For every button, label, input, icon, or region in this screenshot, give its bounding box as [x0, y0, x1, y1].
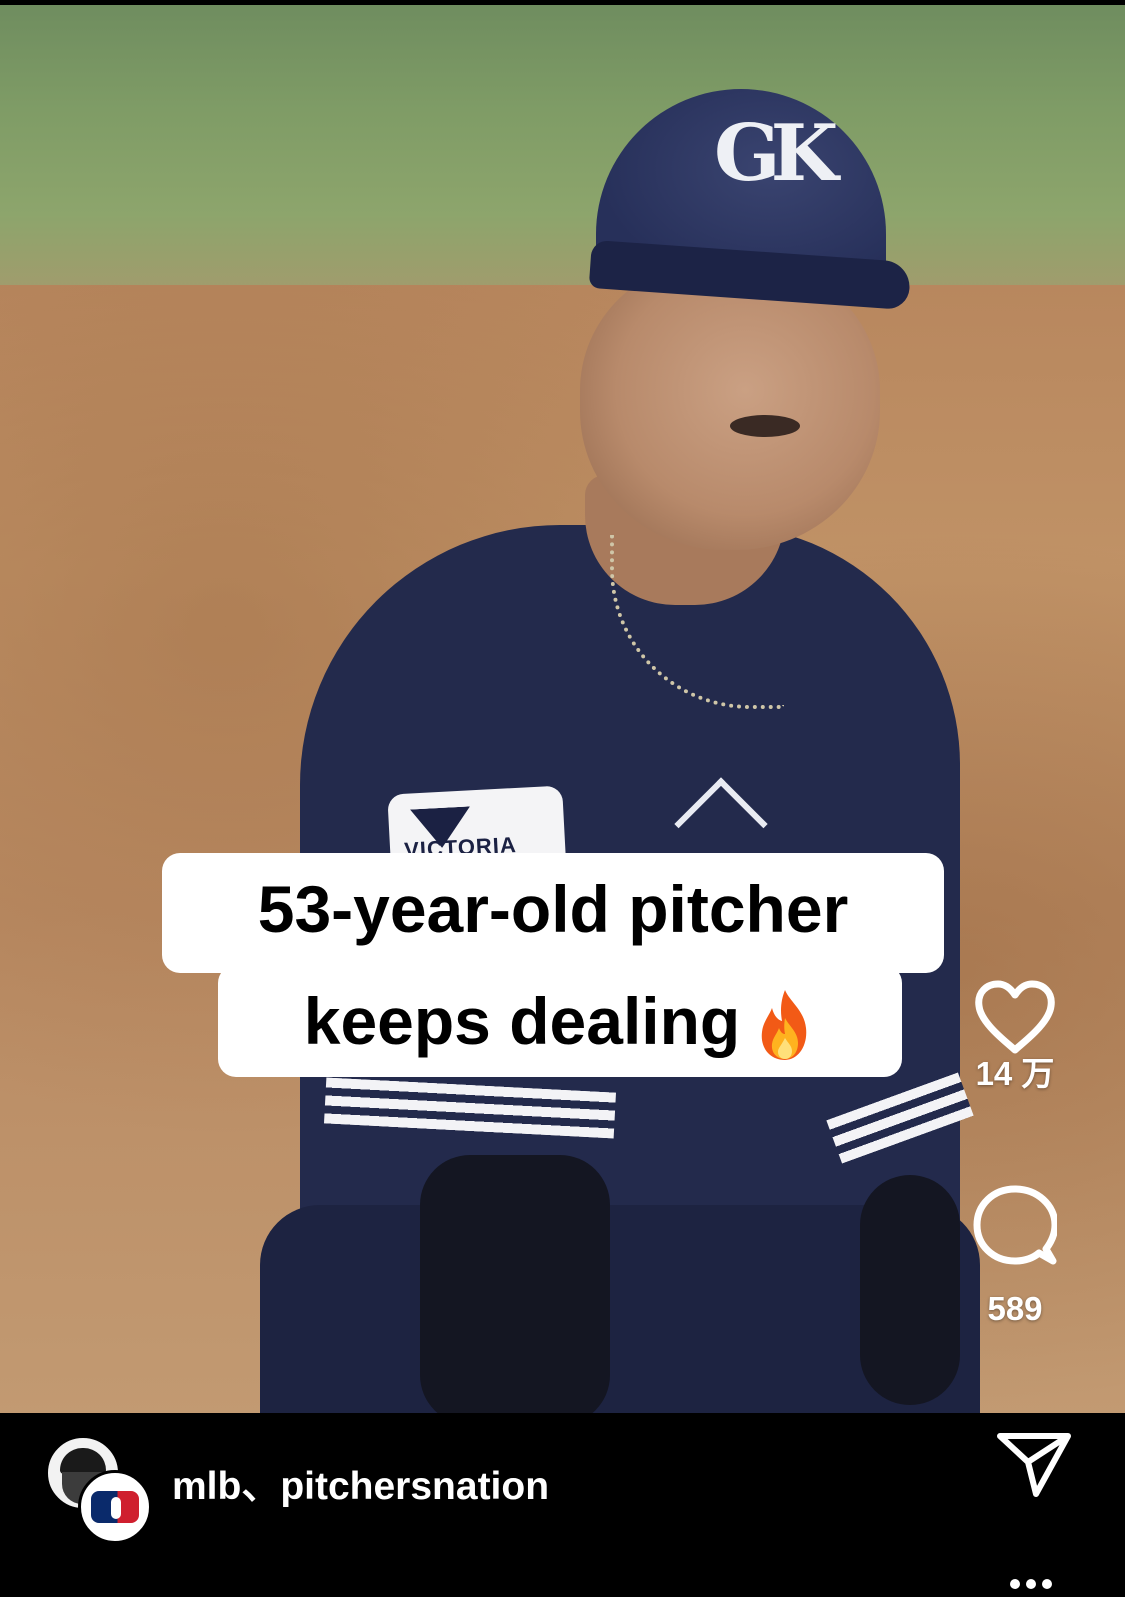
- caption-line-1: 53-year-old pitcher: [162, 853, 944, 973]
- author-avatars[interactable]: [44, 1436, 154, 1546]
- heart-icon[interactable]: [973, 980, 1057, 1054]
- paper-plane-icon[interactable]: [994, 1430, 1074, 1500]
- comment-action[interactable]: 589: [965, 1185, 1065, 1329]
- avatar-cap-shape: [60, 1448, 106, 1474]
- ellipsis-icon-dot: [1010, 1579, 1020, 1589]
- comment-bubble-icon[interactable]: [973, 1185, 1057, 1269]
- author-names[interactable]: mlb、pitchersnation: [172, 1462, 549, 1512]
- mlb-logo-avatar[interactable]: [78, 1470, 152, 1544]
- caption-text-1: 53-year-old pitcher: [257, 872, 849, 946]
- more-button[interactable]: [1010, 1576, 1064, 1594]
- share-button[interactable]: [994, 1430, 1074, 1500]
- video-player[interactable]: GK VICTORIA 53-year-old pitcher keeps de…: [0, 5, 1125, 1413]
- caption-line-2: keeps dealing: [218, 965, 902, 1077]
- caption-text-2: keeps dealing: [303, 984, 741, 1058]
- video-frame: GK VICTORIA: [0, 5, 1125, 1413]
- like-action[interactable]: 14 万: [965, 980, 1065, 1094]
- cap-logo: GK: [714, 108, 838, 199]
- ellipsis-icon-dot: [1042, 1579, 1052, 1589]
- comment-count: 589: [987, 1290, 1043, 1327]
- mlb-logo: [91, 1491, 139, 1523]
- player-arm-right: [860, 1175, 960, 1405]
- mlb-logo-batter: [111, 1497, 121, 1519]
- fire-icon: [754, 983, 816, 1060]
- outfield-grass: [0, 5, 1125, 305]
- player-mouth: [730, 415, 800, 437]
- player-arm-left: [420, 1155, 610, 1413]
- reel-screen: GK VICTORIA 53-year-old pitcher keeps de…: [0, 0, 1125, 1597]
- like-count: 14 万: [975, 1055, 1055, 1092]
- ellipsis-icon-dot: [1026, 1579, 1036, 1589]
- bottom-bar: [0, 1413, 1125, 1597]
